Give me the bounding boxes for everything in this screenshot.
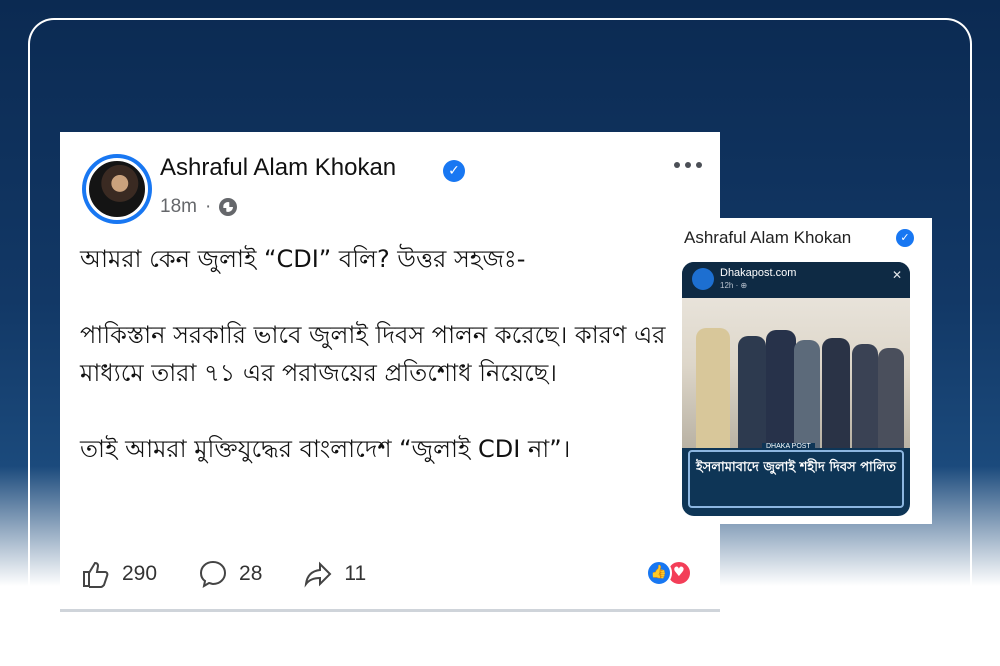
screenshot-headline: ইসলামাবাদে জুলাই শহীদ দিবস পালিত (688, 450, 904, 508)
screenshot-brand: DHAKA POST (762, 443, 815, 450)
more-options-button[interactable] (674, 162, 702, 168)
facebook-post-card: Ashraful Alam Khokan ✓ 18m · আমরা কেন জু… (60, 132, 720, 612)
news-screenshot[interactable]: Dhakapost.com 12h · ⊕ ✕ DHAKA POST ইসলাম… (682, 262, 910, 516)
share-button[interactable]: 11 (302, 558, 366, 590)
comment-icon (200, 560, 227, 589)
verified-icon: ✓ (443, 160, 465, 182)
globe-icon[interactable] (219, 198, 238, 216)
share-icon (304, 561, 332, 588)
meta-separator: · (204, 196, 212, 217)
like-count: 290 (122, 562, 158, 585)
like-reaction-icon: 👍 (646, 560, 672, 586)
like-button[interactable]: 290 (80, 558, 157, 590)
share-count: 11 (344, 562, 367, 585)
screenshot-source: Dhakapost.com (720, 267, 797, 279)
inset-author-name[interactable]: Ashraful Alam Khokan (684, 228, 851, 248)
avatar[interactable] (82, 154, 152, 224)
inset-post-card: Ashraful Alam Khokan ✓ Dhakapost.com 12h… (672, 218, 932, 524)
like-icon (83, 561, 109, 588)
screenshot-time: 12h · ⊕ (720, 281, 748, 290)
inset-verified-icon: ✓ (896, 229, 914, 247)
post-time[interactable]: 18m (160, 196, 197, 218)
reaction-summary[interactable]: 👍 ♥ (646, 560, 692, 586)
post-actions: 290 28 11 (80, 554, 700, 594)
event-photo (682, 298, 910, 448)
close-icon: ✕ (891, 268, 902, 282)
comment-count: 28 (239, 562, 263, 585)
author-name[interactable]: Ashraful Alam Khokan (160, 154, 396, 182)
comment-button[interactable]: 28 (197, 558, 262, 590)
screenshot-header: Dhakapost.com 12h · ⊕ ✕ (682, 262, 910, 298)
post-text: আমরা কেন জুলাই “CDI” বলি? উত্তর সহজঃ- পা… (80, 245, 666, 463)
more-icon (674, 162, 680, 168)
post-meta: 18m · (160, 196, 238, 218)
dhakapost-logo-icon (692, 268, 714, 290)
